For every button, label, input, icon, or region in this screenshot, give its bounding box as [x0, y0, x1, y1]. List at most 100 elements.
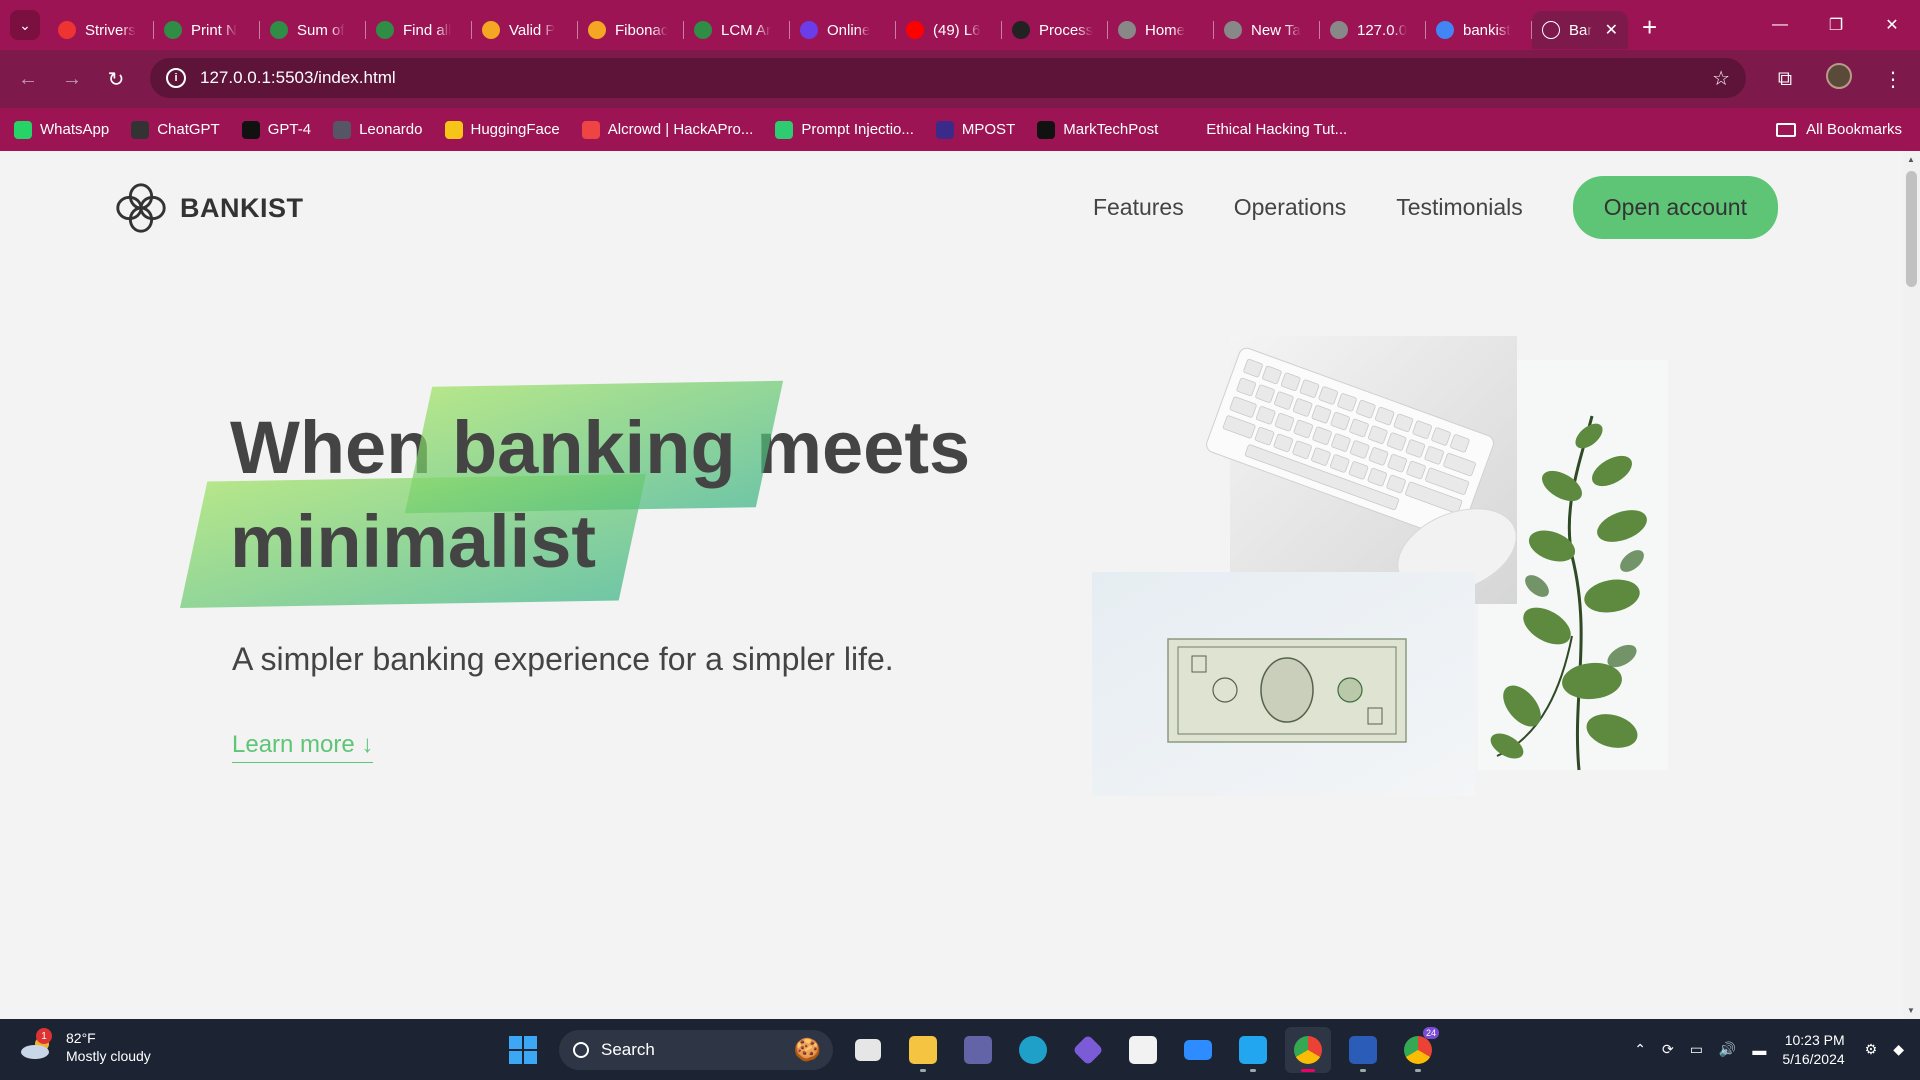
- tab[interactable]: Valid P: [472, 11, 578, 49]
- copilot-icon[interactable]: [1065, 1027, 1111, 1073]
- minimize-button[interactable]: —: [1752, 0, 1808, 50]
- close-tab-icon[interactable]: ✕: [1605, 20, 1618, 40]
- tab[interactable]: New Ta: [1214, 11, 1320, 49]
- tab[interactable]: Find all: [366, 11, 472, 49]
- chrome-icon[interactable]: [1285, 1027, 1331, 1073]
- forward-button[interactable]: →: [50, 68, 94, 91]
- tab-list: Strivers Print N Sum of Find all Valid P Fibo…: [48, 0, 1532, 50]
- site-info-icon[interactable]: i: [166, 68, 186, 88]
- all-bookmarks-button[interactable]: All Bookmarks: [1776, 108, 1902, 151]
- sync-icon[interactable]: ⟳: [1662, 1041, 1674, 1058]
- battery-icon[interactable]: ▬: [1752, 1042, 1766, 1058]
- menu-icon[interactable]: ⋮: [1866, 67, 1920, 92]
- tab[interactable]: Online: [790, 11, 896, 49]
- close-window-button[interactable]: ✕: [1864, 0, 1920, 50]
- bookmark-item[interactable]: MarkTechPost: [1037, 120, 1158, 139]
- dollar-bill-illustration: [1167, 638, 1407, 743]
- bookmark-list: WhatsApp ChatGPT GPT-4 Leonardo HuggingFace A…: [14, 120, 1369, 139]
- folder-icon: [1776, 122, 1797, 137]
- mpost-icon: [935, 120, 954, 139]
- task-view-icon[interactable]: [845, 1027, 891, 1073]
- open-account-button[interactable]: Open account: [1572, 176, 1778, 239]
- system-tray: ⌃ ⟳ ▭ 🔊 ▬ 10:23 PM 5/16/2024 ⚙ ◆: [1634, 1019, 1920, 1080]
- bookmark-item[interactable]: ChatGPT: [131, 120, 220, 139]
- taskbar-search[interactable]: Search 🍪: [559, 1030, 833, 1070]
- tab[interactable]: Print N: [154, 11, 260, 49]
- bookmark-item[interactable]: HuggingFace: [444, 120, 560, 139]
- bookmark-label: HuggingFace: [470, 121, 560, 138]
- nav-operations-link[interactable]: Operations: [1234, 194, 1347, 221]
- chatgpt-icon: [131, 120, 150, 139]
- hero-title: When banking meets minimalist: [230, 401, 1030, 589]
- bankist-logo-icon: [116, 183, 166, 233]
- word-icon[interactable]: [1340, 1027, 1386, 1073]
- nav-features-link[interactable]: Features: [1093, 194, 1184, 221]
- store-icon[interactable]: [1120, 1027, 1166, 1073]
- bookmark-label: MPOST: [961, 121, 1016, 138]
- tab[interactable]: 127.0.0: [1320, 11, 1426, 49]
- tab-title: New Ta: [1251, 21, 1301, 39]
- tab[interactable]: Sum of: [260, 11, 366, 49]
- page-viewport: BANKIST Features Operations Testimonials…: [0, 151, 1903, 1019]
- bookmark-item[interactable]: Leonardo: [333, 120, 423, 139]
- windows-start-icon[interactable]: [500, 1027, 546, 1073]
- teams-icon[interactable]: [955, 1027, 1001, 1073]
- tab-title: LCM Ar: [721, 21, 772, 39]
- vscode-icon[interactable]: [1230, 1027, 1276, 1073]
- tab-title: Print N: [191, 21, 237, 39]
- bookmark-item[interactable]: Alcrowd | HackAPro...: [581, 120, 754, 139]
- weather-widget[interactable]: 1 82°F Mostly cloudy: [20, 1028, 151, 1065]
- cloudy-weather-icon: 1: [20, 1028, 54, 1060]
- bookmark-item[interactable]: Ethical Hacking Tut...: [1180, 120, 1347, 139]
- bookmark-label: GPT-4: [267, 121, 312, 138]
- bookmark-item[interactable]: Prompt Injectio...: [775, 120, 914, 139]
- restore-button[interactable]: ❐: [1808, 0, 1864, 50]
- clock-date: 5/16/2024: [1782, 1050, 1845, 1067]
- huggingface-icon: [444, 120, 463, 139]
- scroll-up-icon[interactable]: ▲: [1907, 155, 1915, 164]
- tab-search-button[interactable]: ⌄: [10, 10, 40, 40]
- notification-icon[interactable]: ⚙: [1865, 1041, 1878, 1058]
- tab[interactable]: (49) L6: [896, 11, 1002, 49]
- copilot-tray-icon[interactable]: ◆: [1893, 1041, 1904, 1058]
- tab[interactable]: Home: [1108, 11, 1214, 49]
- new-tab-button[interactable]: +: [1642, 12, 1657, 43]
- tab-title: 127.0.0: [1357, 21, 1408, 39]
- windows-taskbar: 1 82°F Mostly cloudy Search 🍪 24 ⌃ ⟳ ▭ 🔊: [0, 1019, 1920, 1080]
- back-button[interactable]: ←: [6, 68, 50, 91]
- site-navigation: BANKIST Features Operations Testimonials…: [0, 151, 1903, 261]
- clock[interactable]: 10:23 PM 5/16/2024: [1782, 1031, 1844, 1069]
- network-icon[interactable]: ▭: [1690, 1041, 1703, 1058]
- nav-testimonials-link[interactable]: Testimonials: [1396, 194, 1523, 221]
- bookmark-item[interactable]: WhatsApp: [14, 120, 109, 139]
- mail-icon[interactable]: [1175, 1027, 1221, 1073]
- bookmark-item[interactable]: GPT-4: [241, 120, 312, 139]
- tab[interactable]: Process: [1002, 11, 1108, 49]
- edge-icon[interactable]: [1010, 1027, 1056, 1073]
- bookmark-label: Alcrowd | HackAPro...: [607, 121, 754, 138]
- youtube-icon: [906, 21, 924, 39]
- page-scrollbar[interactable]: ▲ ▼: [1903, 151, 1920, 1019]
- extensions-icon[interactable]: ⧉: [1758, 68, 1812, 91]
- scrollbar-thumb[interactable]: [1906, 171, 1917, 287]
- reload-button[interactable]: ↻: [94, 67, 138, 92]
- file-explorer-icon[interactable]: [900, 1027, 946, 1073]
- bookmark-star-icon[interactable]: ☆: [1712, 66, 1730, 91]
- bookmark-item[interactable]: MPOST: [935, 120, 1016, 139]
- tab[interactable]: Fibonac: [578, 11, 684, 49]
- chrome-profile-icon[interactable]: 24: [1395, 1027, 1441, 1073]
- tab[interactable]: Strivers: [48, 11, 154, 49]
- scroll-down-icon[interactable]: ▼: [1907, 1006, 1915, 1015]
- tab-title: Process: [1039, 21, 1094, 39]
- address-bar[interactable]: i 127.0.0.1:5503/index.html ☆: [150, 58, 1746, 98]
- show-hidden-icons[interactable]: ⌃: [1634, 1041, 1646, 1058]
- learn-more-link[interactable]: Learn more ↓: [232, 731, 374, 763]
- tab[interactable]: LCM Ar: [684, 11, 790, 49]
- window-controls: — ❐ ✕: [1752, 0, 1920, 50]
- volume-icon[interactable]: 🔊: [1719, 1041, 1736, 1058]
- tab[interactable]: bankist: [1426, 11, 1532, 49]
- globe-icon: [1330, 21, 1348, 39]
- tab-active[interactable]: Bar ✕: [1532, 11, 1628, 49]
- profile-avatar[interactable]: [1812, 63, 1866, 95]
- site-logo[interactable]: BANKIST: [112, 179, 304, 237]
